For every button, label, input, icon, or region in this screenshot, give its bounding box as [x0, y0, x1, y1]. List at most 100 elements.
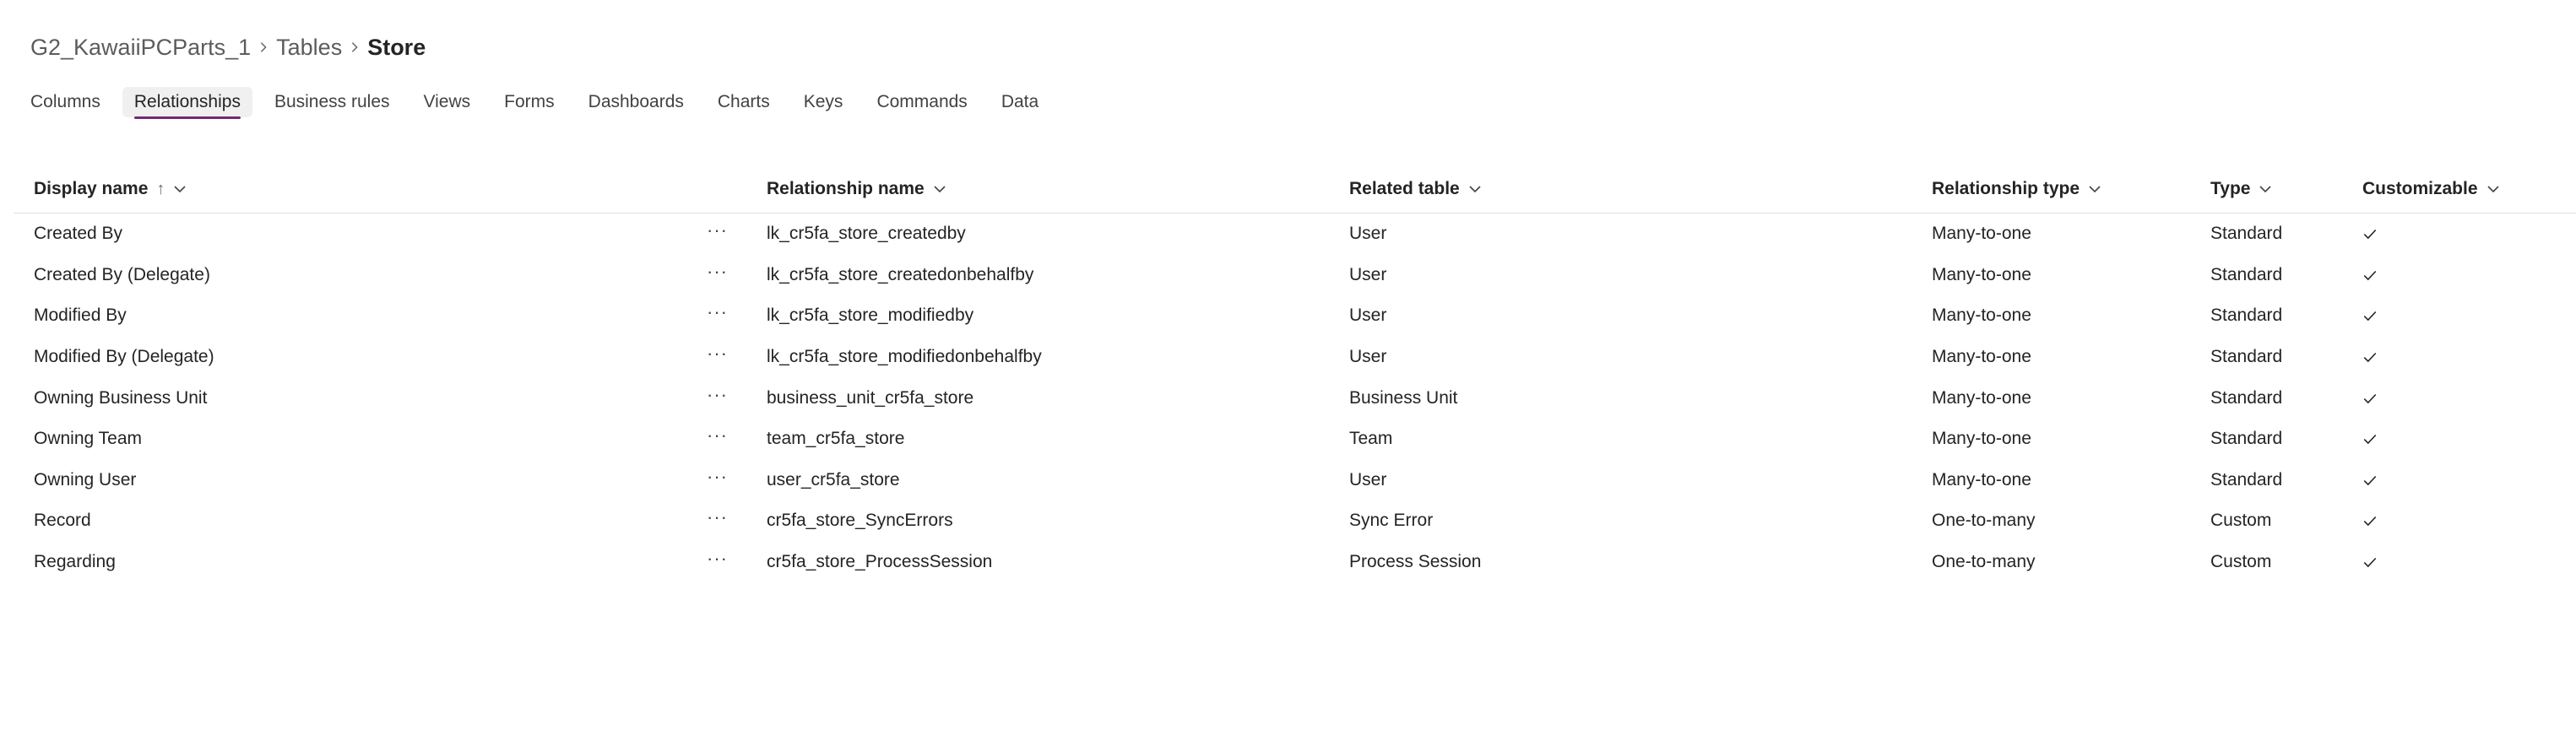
cell-relationship-name: user_cr5fa_store	[767, 469, 900, 489]
cell-related-table: User	[1349, 224, 1387, 244]
breadcrumb-item-store: Store	[367, 34, 426, 60]
column-header-label: Type	[2210, 179, 2251, 198]
tab-charts[interactable]: Charts	[706, 87, 782, 117]
column-header-type[interactable]: Type	[2210, 165, 2272, 213]
breadcrumb-item-tables[interactable]: Tables	[276, 35, 342, 61]
more-options-button[interactable]: ···	[707, 497, 728, 538]
cell-relationship-name: lk_cr5fa_store_createdonbehalfby	[767, 264, 1034, 284]
tab-data[interactable]: Data	[990, 87, 1050, 117]
column-header-relationship-name[interactable]: Relationship name	[767, 165, 946, 213]
checkmark-icon	[2362, 542, 2378, 583]
cell-related-table: User	[1349, 347, 1387, 367]
tab-keys[interactable]: Keys	[792, 87, 855, 117]
cell-type: Standard	[2210, 347, 2283, 367]
breadcrumb-item-solution[interactable]: G2_KawaiiPCParts_1	[30, 35, 251, 61]
cell-display-name[interactable]: Regarding	[34, 542, 116, 583]
tab-dashboards[interactable]: Dashboards	[577, 87, 696, 117]
cell-relationship-type: Many-to-one	[1932, 224, 2031, 244]
cell-display-name[interactable]: Modified By	[34, 295, 127, 337]
column-header-label: Relationship name	[767, 179, 925, 198]
table-row[interactable]: Modified By ··· lk_cr5fa_store_modifiedb…	[14, 295, 2576, 337]
table-row[interactable]: Created By ··· lk_cr5fa_store_createdby …	[14, 214, 2576, 255]
table-row[interactable]: Modified By (Delegate) ··· lk_cr5fa_stor…	[14, 337, 2576, 378]
more-options-button[interactable]: ···	[707, 292, 728, 333]
cell-related-table: Team	[1349, 429, 1393, 449]
cell-related-table: Business Unit	[1349, 387, 1458, 408]
more-options-button[interactable]: ···	[707, 333, 728, 375]
cell-display-name[interactable]: Owning User	[34, 460, 136, 501]
cell-display-name[interactable]: Owning Business Unit	[34, 377, 207, 419]
table-row[interactable]: Owning Business Unit ··· business_unit_c…	[14, 377, 2576, 419]
cell-relationship-type: One-to-many	[1932, 511, 2036, 531]
cell-display-name[interactable]: Modified By (Delegate)	[34, 337, 214, 378]
column-header-related-table[interactable]: Related table	[1349, 165, 1482, 213]
cell-display-name[interactable]: Owning Team	[34, 419, 142, 460]
column-header-label: Relationship type	[1932, 179, 2080, 198]
column-header-label: Related table	[1349, 179, 1460, 198]
chevron-down-icon	[2487, 186, 2499, 193]
cell-relationship-type: Many-to-one	[1932, 347, 2031, 367]
cell-type: Custom	[2210, 552, 2272, 572]
cell-relationship-name: business_unit_cr5fa_store	[767, 387, 974, 408]
chevron-down-icon	[934, 186, 946, 193]
column-header-customizable[interactable]: Customizable	[2362, 165, 2500, 213]
table-tabs: Columns Relationships Business rules Vie…	[19, 84, 1060, 120]
table-row[interactable]: Record ··· cr5fa_store_SyncErrors Sync E…	[14, 500, 2576, 542]
more-options-button[interactable]: ···	[707, 210, 728, 251]
table-header: Display name ↑ Relationship name Related…	[14, 165, 2576, 214]
relationships-table: Display name ↑ Relationship name Related…	[14, 165, 2576, 582]
more-options-button[interactable]: ···	[707, 538, 728, 580]
tab-commands[interactable]: Commands	[865, 87, 979, 117]
cell-related-table: User	[1349, 306, 1387, 326]
tab-columns[interactable]: Columns	[19, 87, 112, 117]
table-row[interactable]: Regarding ··· cr5fa_store_ProcessSession…	[14, 542, 2576, 583]
cell-related-table: Process Session	[1349, 552, 1482, 572]
table-row[interactable]: Owning Team ··· team_cr5fa_store Team Ma…	[14, 419, 2576, 460]
column-header-relationship-type[interactable]: Relationship type	[1932, 165, 2101, 213]
tab-relationships[interactable]: Relationships	[122, 87, 252, 119]
cell-related-table: User	[1349, 264, 1387, 284]
cell-relationship-name: cr5fa_store_SyncErrors	[767, 511, 953, 531]
cell-type: Standard	[2210, 224, 2283, 244]
cell-display-name[interactable]: Created By (Delegate)	[34, 255, 210, 296]
cell-related-table: Sync Error	[1349, 511, 1434, 531]
cell-relationship-type: Many-to-one	[1932, 264, 2031, 284]
more-options-button[interactable]: ···	[707, 251, 728, 293]
cell-relationship-type: One-to-many	[1932, 552, 2036, 572]
cell-relationship-name: lk_cr5fa_store_modifiedby	[767, 306, 974, 326]
checkmark-icon	[2362, 255, 2378, 296]
cell-relationship-type: Many-to-one	[1932, 469, 2031, 489]
chevron-down-icon	[2089, 186, 2101, 193]
table-row[interactable]: Owning User ··· user_cr5fa_store User Ma…	[14, 460, 2576, 501]
cell-relationship-name: lk_cr5fa_store_modifiedonbehalfby	[767, 347, 1042, 367]
sort-ascending-icon: ↑	[156, 179, 165, 198]
chevron-right-icon	[251, 41, 276, 53]
breadcrumb: G2_KawaiiPCParts_1 Tables Store	[30, 30, 426, 64]
checkmark-icon	[2362, 419, 2378, 460]
cell-relationship-type: Many-to-one	[1932, 429, 2031, 449]
cell-relationship-name: cr5fa_store_ProcessSession	[767, 552, 993, 572]
checkmark-icon	[2362, 214, 2378, 255]
column-header-label: Display name	[34, 179, 149, 198]
cell-type: Standard	[2210, 264, 2283, 284]
tab-views[interactable]: Views	[412, 87, 483, 117]
more-options-button[interactable]: ···	[707, 374, 728, 415]
chevron-right-icon	[342, 41, 367, 53]
cell-type: Standard	[2210, 387, 2283, 408]
cell-relationship-name: lk_cr5fa_store_createdby	[767, 224, 966, 244]
cell-display-name[interactable]: Created By	[34, 214, 122, 255]
more-options-button[interactable]: ···	[707, 415, 728, 457]
cell-display-name[interactable]: Record	[34, 500, 91, 542]
cell-related-table: User	[1349, 469, 1387, 489]
column-header-display-name[interactable]: Display name ↑	[34, 165, 187, 213]
cell-type: Standard	[2210, 306, 2283, 326]
more-options-button[interactable]: ···	[707, 457, 728, 498]
tab-business-rules[interactable]: Business rules	[263, 87, 402, 117]
cell-relationship-type: Many-to-one	[1932, 387, 2031, 408]
chevron-down-icon	[2259, 186, 2272, 193]
tab-forms[interactable]: Forms	[492, 87, 567, 117]
checkmark-icon	[2362, 337, 2378, 378]
cell-type: Custom	[2210, 511, 2272, 531]
table-row[interactable]: Created By (Delegate) ··· lk_cr5fa_store…	[14, 255, 2576, 296]
checkmark-icon	[2362, 460, 2378, 501]
